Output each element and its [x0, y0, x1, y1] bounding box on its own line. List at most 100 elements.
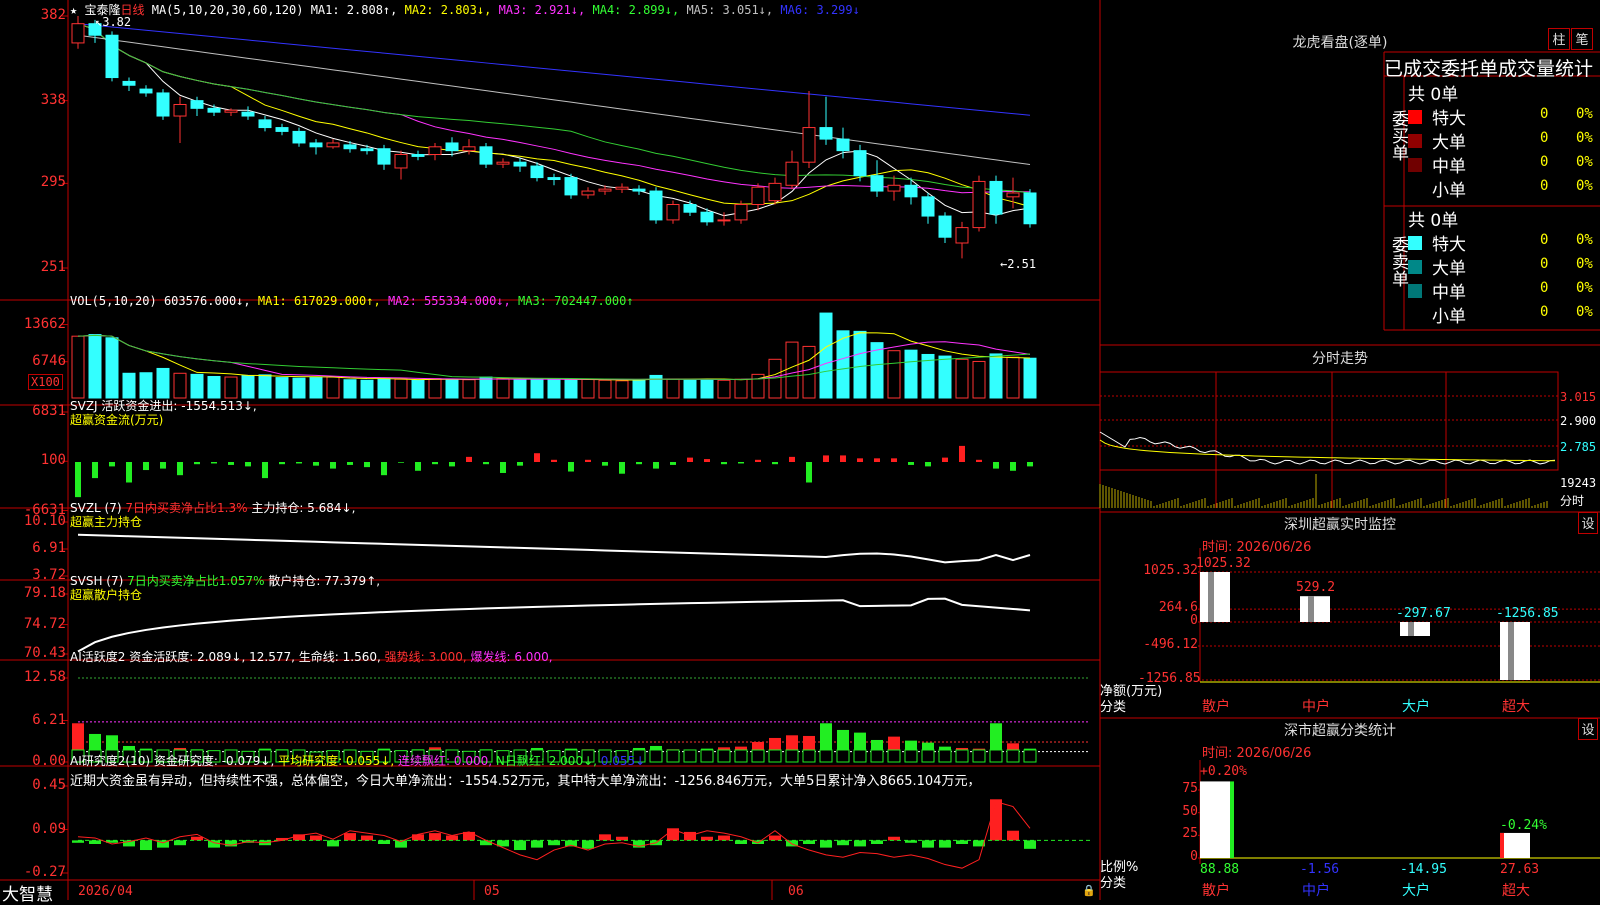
- candle-body: [649, 190, 663, 221]
- sz-class-top-label: +0.20%: [1200, 764, 1247, 779]
- candle-body: [768, 182, 782, 202]
- candle-body: [683, 204, 697, 213]
- sz-class-bar-retail-edge: [1230, 781, 1234, 858]
- kline-title-bar: ★ 宝泰隆日线 MA(5,10,20,30,60,120) MA1: 2.808…: [70, 1, 860, 18]
- ma-label: MA(5,10,20,30,60,120): [151, 3, 304, 17]
- candle-body: [751, 186, 765, 206]
- sz-monitor-category: 大户: [1402, 699, 1430, 715]
- svsh-sub: 超赢散户持仓: [70, 588, 143, 602]
- sz-class-title: 深市超赢分类统计: [1284, 723, 1396, 739]
- candle-body: [394, 154, 408, 169]
- buy-row-name: 特大: [1432, 109, 1466, 129]
- svzj-outflow-bar: [483, 462, 489, 465]
- stroke-mode-button[interactable]: 笔: [1571, 28, 1593, 50]
- volume-bar: [411, 379, 425, 399]
- volume-bar: [700, 379, 714, 399]
- svzj-outflow-bar: [279, 462, 285, 465]
- sell-row-pct: 0%: [1576, 280, 1593, 296]
- sell-row-name: 特大: [1432, 235, 1466, 255]
- sz-class-bottom-value: -1.56: [1300, 862, 1340, 877]
- kline-y-tick: 295: [40, 174, 66, 191]
- sz-class-y-tick: 0: [1190, 849, 1198, 864]
- vol-title-bar: VOL(5,10,20) 603576.000↓, MA1: 617029.00…: [70, 294, 634, 308]
- volume-bar: [360, 379, 374, 399]
- ai-research-cont: 连续飘红: 0.000,: [398, 754, 493, 768]
- ai-active-inner-bar: [734, 749, 748, 763]
- svzj-outflow-bar: [364, 462, 370, 468]
- svzl-y-tick: 6.91: [32, 540, 66, 556]
- sell-legend-swatch: [1408, 236, 1422, 250]
- ai-research-title-bar: AI研究度2(10) 资金研究度: -0.079↓, 平均研究度: 0.055↓…: [70, 752, 645, 769]
- sz-monitor-bar: [1300, 596, 1330, 622]
- candle-body: [717, 219, 731, 222]
- ai-active-burst: 爆发线: 6.000,: [470, 650, 553, 664]
- sell-legend-swatch: [1408, 260, 1422, 274]
- buy-row-value: 0: [1540, 154, 1549, 170]
- svsh-hold: 散户持仓: 77.379↑,: [268, 574, 381, 588]
- ai-research-bar: [412, 834, 424, 841]
- ai-research-nday: N日飘红: 2.000↓,: [495, 754, 597, 768]
- candle-body: [581, 190, 595, 196]
- sz-monitor-y-tick: 0: [1190, 613, 1198, 628]
- ai-research-bar: [378, 840, 390, 844]
- sz-monitor-settings-button[interactable]: 设: [1578, 512, 1598, 534]
- ai-research-bar: [429, 833, 441, 841]
- sell-legend-swatch: [1408, 308, 1422, 322]
- svzj-sub: 超赢资金流(万元): [70, 413, 164, 427]
- sz-monitor-bar-label: -1256.85: [1496, 606, 1559, 621]
- ai-research-bar: [89, 840, 101, 844]
- sell-row-name: 小单: [1432, 307, 1466, 327]
- intraday-vol-unit: 分时: [1560, 494, 1585, 508]
- buy-total: 共 0单: [1408, 85, 1459, 105]
- candle-body: [547, 177, 561, 181]
- svsh-y-tick: 74.72: [23, 615, 66, 632]
- ai-research-bar: [140, 840, 152, 851]
- candle-body: [1023, 192, 1037, 225]
- svzj-outflow-bar: [602, 462, 608, 466]
- svsh-y-tick: 79.18: [23, 585, 66, 601]
- star-icon[interactable]: ★: [70, 3, 77, 17]
- candle-body: [989, 180, 1003, 215]
- date-axis-start: 2026/04: [78, 884, 133, 899]
- ai-research-bar: [956, 840, 968, 844]
- candle-body: [292, 130, 306, 144]
- intraday-vol: 19243: [1560, 476, 1597, 490]
- volume-bar: [428, 378, 442, 399]
- dragon-subtitle: 已成交委托单成交量统计: [1384, 58, 1594, 80]
- ai-research-bar: [344, 833, 356, 841]
- buy-row-value: 0: [1540, 130, 1549, 146]
- svzj-outflow-bar: [381, 462, 387, 476]
- candle-body: [105, 34, 119, 79]
- volume-bar: [496, 378, 510, 399]
- candle-body: [972, 180, 986, 229]
- sz-monitor-y-tick: -496.12: [1143, 637, 1198, 652]
- volume-bar: [632, 379, 646, 399]
- bar-mode-button[interactable]: 柱: [1548, 28, 1570, 50]
- vol-unit-button[interactable]: X100: [28, 374, 63, 390]
- svzj-outflow-bar: [449, 462, 455, 467]
- sz-monitor-bar-label: 529.2: [1296, 580, 1336, 596]
- candle-body: [360, 148, 374, 152]
- svzj-outflow-bar: [993, 462, 999, 469]
- ai-active-inner-bar: [717, 749, 731, 763]
- sz-class-category: 中户: [1302, 883, 1330, 899]
- ai-research-y-tick: 0.09: [32, 820, 66, 837]
- candle-body: [224, 109, 238, 113]
- sz-class-date: 时间: 2026/06/26: [1202, 746, 1312, 761]
- sz-class-settings-button[interactable]: 设: [1578, 718, 1598, 740]
- intraday-title: 分时走势: [1312, 351, 1368, 367]
- volume-bar: [819, 312, 833, 399]
- candle-body: [615, 186, 629, 190]
- ai-research-bar: [531, 840, 543, 848]
- sell-row-pct: 0%: [1576, 256, 1593, 272]
- lock-icon[interactable]: 🔒: [1082, 884, 1096, 897]
- sz-class-top-label: -0.24%: [1500, 818, 1547, 833]
- volume-bar: [938, 355, 952, 399]
- ai-active-inner-bar: [887, 749, 901, 763]
- candle-body: [207, 107, 221, 113]
- svzj-outflow-bar: [517, 462, 523, 466]
- candle-body: [836, 138, 850, 152]
- svzj-inflow-bar: [551, 459, 557, 462]
- ai-active-label: AI活跃度2: [70, 650, 126, 664]
- ai-research-bar: [1007, 830, 1019, 841]
